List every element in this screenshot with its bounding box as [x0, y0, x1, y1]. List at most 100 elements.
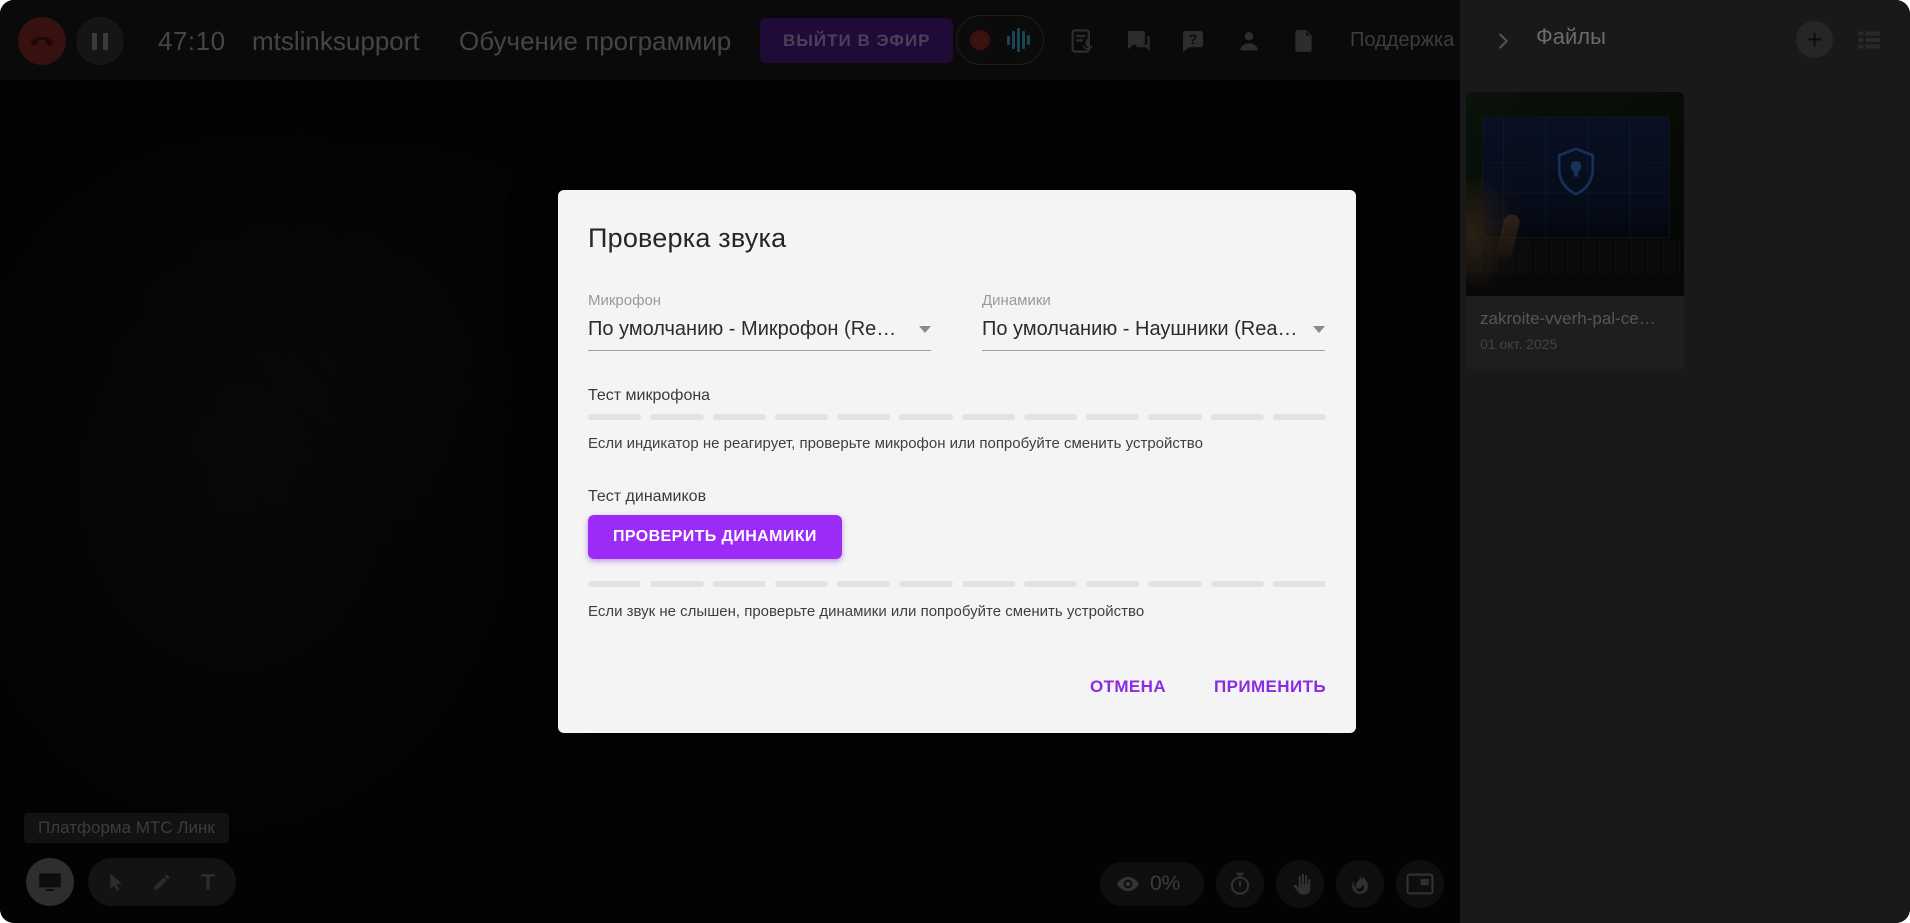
level-segment [650, 581, 704, 587]
attention-indicator[interactable]: 0% [1100, 862, 1204, 906]
stopwatch-icon [1227, 871, 1253, 897]
session-timer: 47:10 [158, 26, 226, 56]
add-file-button[interactable]: + [1796, 21, 1833, 58]
speaker-test-label: Тест динамиков [588, 488, 707, 505]
level-segment [1272, 581, 1326, 587]
dropdown-arrow-icon [919, 326, 931, 333]
level-segment [588, 581, 642, 587]
level-segment [1272, 414, 1326, 420]
plus-icon: + [1806, 23, 1823, 55]
cursor-tool-button[interactable] [98, 864, 134, 900]
speakers-select[interactable]: Динамики По умолчанию - Наушники (Rea… [982, 292, 1325, 351]
pip-icon [1405, 871, 1435, 897]
level-segment [961, 581, 1015, 587]
speakers-label: Динамики [982, 292, 1051, 309]
app-window: 47:10 mtslinksupport Обучение программир… [0, 0, 1910, 923]
level-segment [650, 414, 704, 420]
pause-button[interactable] [76, 17, 124, 65]
svg-text:?: ? [1189, 32, 1197, 47]
platform-watermark: Платформа МТС Линк [24, 813, 229, 843]
phone-down-icon [28, 27, 56, 55]
apply-button[interactable]: ПРИМЕНИТЬ [1214, 677, 1326, 697]
recording-indicator[interactable] [956, 15, 1044, 65]
level-segment [1148, 581, 1202, 587]
speaker-test-hint: Если звук не слышен, проверьте динамики … [588, 603, 1145, 620]
question-bubble-icon: ? [1178, 26, 1208, 56]
list-view-icon [1856, 28, 1882, 52]
microphone-value: По умолчанию - Микрофон (Re… [588, 318, 897, 340]
level-segment [1086, 581, 1140, 587]
level-segment [961, 414, 1015, 420]
reactions-button[interactable] [1336, 860, 1384, 908]
collapse-panel-button[interactable] [1488, 26, 1518, 56]
person-icon [1235, 27, 1263, 55]
monitor-icon [37, 869, 63, 895]
check-speakers-button[interactable]: ПРОВЕРИТЬ ДИНАМИКИ [588, 515, 842, 559]
level-segment [1210, 581, 1264, 587]
device-selects-row: Микрофон По умолчанию - Микрофон (Re… Ди… [588, 292, 1326, 351]
dialog-title: Проверка звука [588, 223, 787, 253]
go-live-button[interactable]: ВЫЙТИ В ЭФИР [760, 18, 954, 63]
chat-icon [1123, 26, 1153, 56]
picture-in-picture-button[interactable] [1396, 860, 1444, 908]
dropdown-arrow-icon [1313, 326, 1325, 333]
eye-icon [1115, 871, 1141, 897]
record-dot-icon [970, 30, 990, 50]
chat-button[interactable] [1114, 17, 1162, 65]
participants-button[interactable] [1225, 17, 1273, 65]
panel-title: Файлы [1536, 24, 1606, 49]
files-panel: Файлы + zakroite-vverh-pal-ce… 01 окт. 2… [1460, 0, 1910, 923]
level-segment [1023, 414, 1077, 420]
level-segment [774, 414, 828, 420]
level-segment [1148, 414, 1202, 420]
cursor-icon [106, 872, 126, 892]
microphone-label: Микрофон [588, 292, 662, 309]
attention-percent: 0% [1150, 872, 1181, 895]
text-tool-button[interactable]: T [190, 864, 226, 900]
dialog-actions: ОТМЕНА ПРИМЕНИТЬ [1090, 677, 1326, 697]
chevron-right-icon [1492, 30, 1514, 52]
file-thumbnail [1466, 92, 1684, 296]
topbar: 47:10 mtslinksupport Обучение программир… [0, 0, 1460, 80]
level-segment [1023, 581, 1077, 587]
notes-mic-icon [1067, 26, 1097, 56]
microphone-select[interactable]: Микрофон По умолчанию - Микрофон (Re… [588, 292, 931, 351]
username: mtslinksupport [252, 26, 420, 56]
file-card[interactable]: zakroite-vverh-pal-ce… 01 окт. 2025 [1466, 92, 1684, 369]
level-segment [1210, 414, 1264, 420]
annotation-toolbar: T [88, 858, 236, 906]
list-view-button[interactable] [1855, 27, 1883, 53]
text-tool-icon: T [200, 868, 216, 895]
screen-share-button[interactable] [26, 858, 74, 906]
speaker-level-meter [588, 581, 1326, 587]
file-info: zakroite-vverh-pal-ce… 01 окт. 2025 [1466, 296, 1684, 369]
questions-button[interactable]: ? [1169, 17, 1217, 65]
pause-icon [92, 32, 108, 50]
event-title: Обучение программир [459, 26, 732, 56]
shield-lock-icon [1553, 146, 1599, 198]
cancel-button[interactable]: ОТМЕНА [1090, 677, 1166, 697]
level-segment [774, 581, 828, 587]
support-link[interactable]: Поддержка [1350, 29, 1454, 52]
hangup-button[interactable] [18, 17, 66, 65]
level-segment [588, 414, 642, 420]
fire-icon [1348, 871, 1372, 897]
transcript-button[interactable] [1058, 17, 1106, 65]
mic-test-hint: Если индикатор не реагирует, проверьте м… [588, 435, 1203, 452]
hand-icon [1287, 871, 1313, 897]
level-segment [899, 581, 953, 587]
mic-level-meter [588, 414, 1326, 420]
level-segment [1086, 414, 1140, 420]
audio-check-dialog: Проверка звука Микрофон По умолчанию - М… [558, 190, 1356, 733]
waveform-icon [1007, 26, 1030, 54]
speakers-value: По умолчанию - Наушники (Rea… [982, 318, 1298, 340]
pencil-icon [152, 872, 172, 892]
level-segment [899, 414, 953, 420]
pencil-tool-button[interactable] [144, 864, 180, 900]
files-button[interactable] [1280, 17, 1328, 65]
file-date: 01 окт. 2025 [1480, 336, 1558, 352]
raise-hand-button[interactable] [1276, 860, 1324, 908]
timer-tool-button[interactable] [1216, 860, 1264, 908]
level-segment [712, 414, 766, 420]
level-segment [712, 581, 766, 587]
